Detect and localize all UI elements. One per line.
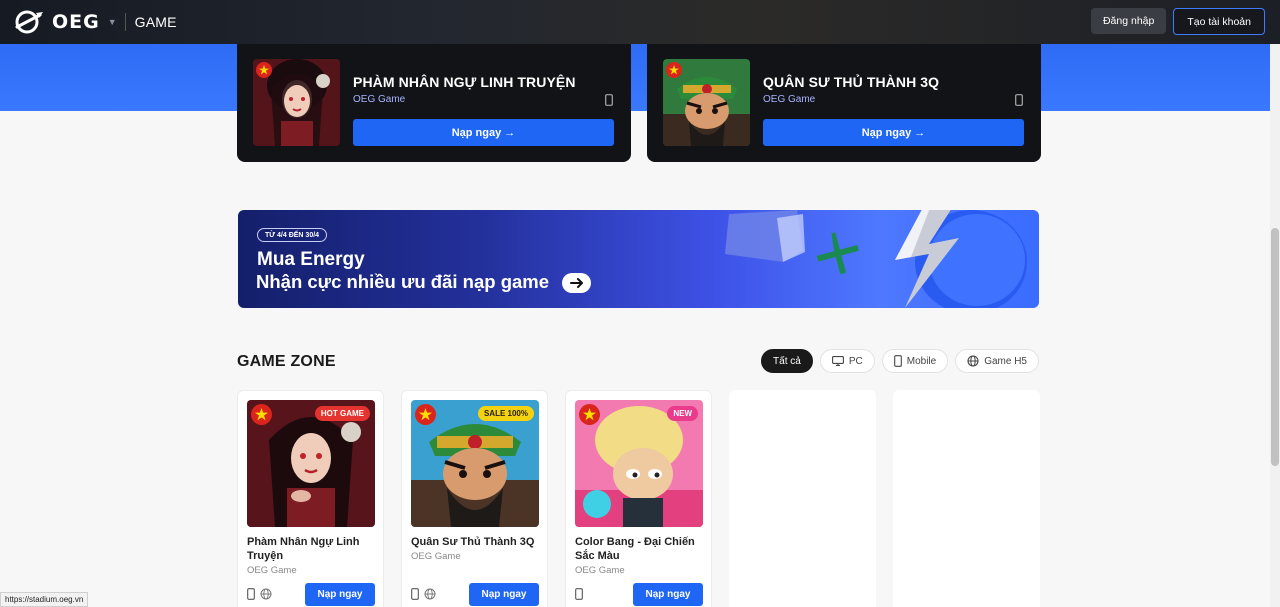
hero-band: [0, 44, 1270, 111]
status-bar-url: https://stadium.oeg.vn: [0, 592, 89, 607]
game-zone-title: GAME ZONE: [237, 353, 336, 370]
phone-icon: [605, 94, 613, 106]
game-publisher: OEG Game: [411, 551, 461, 562]
filter-h5[interactable]: Game H5: [955, 349, 1039, 373]
game-card[interactable]: NEW Color Bang - Đại Chiến Sắc Màu OEG G…: [565, 390, 712, 607]
page-scrollbar[interactable]: [1270, 44, 1280, 607]
topup-button[interactable]: Nạp ngay: [305, 583, 375, 606]
game-card[interactable]: SALE 100% Quân Sư Thủ Thành 3Q OEG Game …: [401, 390, 548, 607]
platform-icons: [411, 588, 436, 600]
vietnam-flag-icon: [579, 404, 600, 425]
status-badge: SALE 100%: [477, 406, 534, 421]
filter-label: Tất cả: [773, 355, 801, 367]
scrollbar-thumb[interactable]: [1271, 228, 1279, 466]
game-thumbnail[interactable]: NEW: [575, 400, 703, 527]
caret-down-icon[interactable]: ▼: [108, 17, 117, 27]
featured-card[interactable]: PHÀM NHÂN NGỰ LINH TRUYỆN OEG Game Nạp n…: [237, 44, 631, 162]
filter-label: PC: [848, 355, 863, 367]
status-badge: HOT GAME: [314, 406, 370, 421]
filter-all[interactable]: Tất cả: [761, 349, 813, 373]
featured-publisher: OEG Game: [353, 94, 406, 105]
game-publisher: OEG Game: [247, 565, 297, 576]
status-badge: NEW: [667, 406, 698, 421]
game-title[interactable]: Quân Sư Thủ Thành 3Q: [411, 535, 541, 549]
promo-subheadline: Nhận cực nhiều ưu đãi nạp game: [256, 271, 550, 292]
game-title[interactable]: Phàm Nhân Ngự Linh Truyện: [247, 535, 377, 563]
globe-icon: [967, 355, 979, 367]
phone-icon: [411, 588, 419, 600]
phone-icon: [575, 588, 583, 600]
filter-label: Game H5: [984, 355, 1027, 367]
game-card[interactable]: HOT GAME Phàm Nhân Ngự Linh Truyện OEG G…: [237, 390, 384, 607]
game-card-placeholder: [893, 390, 1040, 607]
section-title: GAME: [134, 14, 177, 30]
topup-button[interactable]: Nạp ngay: [633, 583, 703, 606]
game-title[interactable]: Color Bang - Đại Chiến Sắc Màu: [575, 535, 705, 563]
globe-icon: [260, 588, 272, 600]
vietnam-flag-icon: [666, 62, 682, 78]
login-button[interactable]: Đăng nhập: [1090, 8, 1167, 34]
vietnam-flag-icon: [415, 404, 436, 425]
header-divider: [124, 13, 126, 31]
featured-card[interactable]: QUÂN SƯ THỦ THÀNH 3Q OEG Game Nạp ngay →: [647, 44, 1041, 162]
topup-button[interactable]: Nạp ngay →: [353, 119, 614, 146]
game-publisher: OEG Game: [575, 565, 625, 576]
vietnam-flag-icon: [251, 404, 272, 425]
phone-icon: [247, 588, 255, 600]
vietnam-flag-icon: [256, 62, 272, 78]
platform-icons: [575, 588, 583, 600]
platform-icons: [247, 588, 272, 600]
promo-banner[interactable]: TỪ 4/4 ĐẾN 30/4 Mua Energy Nhận cực nhiề…: [238, 210, 1039, 308]
register-button[interactable]: Tạo tài khoản: [1173, 8, 1265, 35]
game-thumbnail[interactable]: [663, 59, 750, 146]
top-header: OEG ▼ GAME Đăng nhập Tạo tài khoản: [0, 0, 1280, 44]
logo-text: OEG: [52, 11, 100, 33]
oeg-logo-icon: [15, 10, 43, 34]
game-thumbnail[interactable]: SALE 100%: [411, 400, 539, 527]
game-thumbnail[interactable]: HOT GAME: [247, 400, 375, 527]
topup-button[interactable]: Nạp ngay →: [763, 119, 1024, 146]
phone-icon: [1015, 94, 1023, 106]
promo-headline: Mua Energy: [257, 249, 365, 270]
platform-filters: Tất cả PC Mobile Game H5: [761, 349, 1039, 373]
promo-date-pill: TỪ 4/4 ĐẾN 30/4: [257, 228, 328, 242]
oeg-logo[interactable]: OEG ▼: [12, 9, 117, 35]
featured-title[interactable]: QUÂN SƯ THỦ THÀNH 3Q: [763, 74, 939, 90]
featured-publisher: OEG Game: [763, 94, 816, 105]
topup-button[interactable]: Nạp ngay: [469, 583, 539, 606]
game-card-placeholder: [729, 390, 876, 607]
phone-icon: [893, 355, 902, 367]
filter-mobile[interactable]: Mobile: [881, 349, 949, 373]
arrow-right-icon[interactable]: [562, 273, 591, 293]
featured-title[interactable]: PHÀM NHÂN NGỰ LINH TRUYỆN: [353, 74, 576, 90]
filter-pc[interactable]: PC: [819, 349, 875, 373]
energy-art: [725, 210, 1027, 308]
filter-label: Mobile: [906, 355, 937, 367]
game-thumbnail[interactable]: [253, 59, 340, 146]
monitor-icon: [831, 356, 844, 366]
globe-icon: [424, 588, 436, 600]
